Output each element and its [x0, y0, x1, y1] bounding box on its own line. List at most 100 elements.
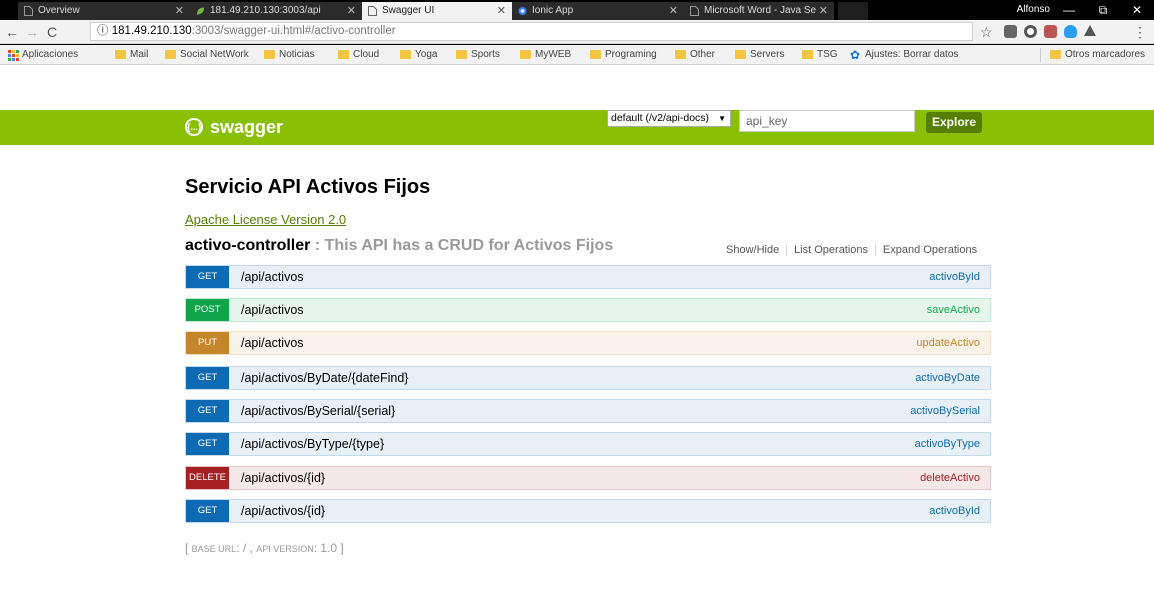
- extension-avatar-icon[interactable]: [1044, 25, 1057, 38]
- operation-get-activos[interactable]: GET /api/activos activoById: [185, 265, 991, 289]
- minimize-icon[interactable]: —: [1052, 0, 1086, 20]
- operation-nickname[interactable]: activoByDate: [915, 367, 980, 389]
- folder-icon: [456, 50, 467, 59]
- close-icon[interactable]: ✕: [347, 2, 356, 20]
- bookmark-noticias[interactable]: Noticias: [264, 45, 315, 65]
- bookmark-other[interactable]: Other: [675, 45, 715, 65]
- operation-path[interactable]: /api/activos: [241, 266, 304, 288]
- tab-title: 181.49.210.130:3003/api: [210, 5, 321, 16]
- info-icon[interactable]: ⓘ: [97, 25, 109, 37]
- operation-get-by-date[interactable]: GET /api/activos/ByDate/{dateFind} activ…: [185, 366, 991, 390]
- operation-delete-by-id[interactable]: DELETE /api/activos/{id} deleteActivo: [185, 466, 991, 490]
- swagger-logo[interactable]: {...} swagger: [185, 114, 283, 140]
- operation-path[interactable]: /api/activos: [241, 299, 304, 321]
- operation-path[interactable]: /api/activos/{id}: [241, 500, 325, 522]
- close-icon[interactable]: ✕: [819, 2, 828, 20]
- list-operations-link[interactable]: List Operations: [794, 244, 868, 256]
- operation-nickname[interactable]: activoBySerial: [910, 400, 980, 422]
- controller-heading: activo-controller : This API has a CRUD …: [185, 237, 613, 255]
- restore-icon[interactable]: ⧉: [1086, 0, 1120, 20]
- close-icon[interactable]: ✕: [497, 2, 506, 20]
- spec-select[interactable]: default (/v2/api-docs) ▼: [607, 110, 731, 127]
- forward-icon[interactable]: →: [24, 23, 40, 41]
- folder-icon: [675, 50, 686, 59]
- operation-put-activos[interactable]: PUT /api/activos updateActivo: [185, 331, 991, 355]
- show-hide-link[interactable]: Show/Hide: [726, 244, 779, 256]
- license-link[interactable]: Apache License Version 2.0: [185, 212, 346, 227]
- method-badge[interactable]: GET: [186, 500, 229, 522]
- operation-path[interactable]: /api/activos/ByType/{type}: [241, 433, 384, 455]
- bookmark-myweb[interactable]: MyWEB: [520, 45, 571, 65]
- operation-get-by-id[interactable]: GET /api/activos/{id} activoById: [185, 499, 991, 523]
- operation-path[interactable]: /api/activos/{id}: [241, 467, 325, 489]
- bookmark-cloud[interactable]: Cloud: [338, 45, 379, 65]
- method-badge[interactable]: GET: [186, 266, 229, 288]
- tab-overview[interactable]: Overview ✕: [18, 2, 190, 20]
- method-badge[interactable]: POST: [186, 299, 229, 321]
- expand-operations-link[interactable]: Expand Operations: [883, 244, 977, 256]
- base-url-label: base url: [191, 544, 237, 554]
- operation-nickname[interactable]: activoById: [929, 266, 980, 288]
- bookmark-ajustes[interactable]: ✿ Ajustes: Borrar datos: [850, 45, 993, 65]
- bookmark-programing[interactable]: Programing: [590, 45, 657, 65]
- bookmark-label: Social NetWork: [180, 49, 249, 60]
- tab-ionic-app[interactable]: Ionic App ✕: [512, 2, 684, 20]
- bookmark-sports[interactable]: Sports: [456, 45, 500, 65]
- method-badge[interactable]: GET: [186, 367, 229, 389]
- back-icon[interactable]: ←: [4, 23, 20, 41]
- close-window-icon[interactable]: ✕: [1120, 0, 1154, 20]
- tab-microsoft-word[interactable]: Microsoft Word - Java Se ✕: [684, 2, 834, 20]
- method-badge[interactable]: GET: [186, 400, 229, 422]
- close-icon[interactable]: ✕: [175, 2, 184, 20]
- operation-get-by-type[interactable]: GET /api/activos/ByType/{type} activoByT…: [185, 432, 991, 456]
- operation-post-activos[interactable]: POST /api/activos saveActivo: [185, 298, 991, 322]
- tab-strip: Overview ✕ 181.49.210.130:3003/api ✕ Swa…: [0, 0, 1154, 20]
- explore-button[interactable]: Explore: [926, 112, 982, 133]
- bookmark-star-icon[interactable]: ☆: [980, 22, 993, 42]
- method-badge[interactable]: GET: [186, 433, 229, 455]
- opera-icon[interactable]: [1024, 25, 1037, 38]
- tab-swagger-ui[interactable]: Swagger UI ✕: [362, 2, 512, 20]
- tab-api[interactable]: 181.49.210.130:3003/api ✕: [190, 2, 362, 20]
- method-badge[interactable]: DELETE: [186, 467, 229, 489]
- bookmark-tsg[interactable]: TSG: [802, 45, 838, 65]
- operation-nickname[interactable]: activoById: [929, 500, 980, 522]
- close-icon[interactable]: ✕: [669, 2, 678, 20]
- url-host: 181.49.210.130: [111, 25, 192, 37]
- operation-get-by-serial[interactable]: GET /api/activos/BySerial/{serial} activ…: [185, 399, 991, 423]
- bookmark-otros-marcadores[interactable]: Otros marcadores: [1050, 45, 1145, 65]
- operation-nickname[interactable]: saveActivo: [927, 299, 980, 321]
- bookmark-social-network[interactable]: Social NetWork: [165, 45, 249, 65]
- operation-nickname[interactable]: activoByType: [915, 433, 980, 455]
- bookmarks-bar: Aplicaciones Mail Social NetWork Noticia…: [0, 45, 1154, 65]
- cloud-icon[interactable]: [1064, 25, 1077, 38]
- method-badge[interactable]: PUT: [186, 332, 229, 354]
- api-key-input[interactable]: api_key: [739, 110, 915, 132]
- swagger-logo-icon: {...}: [185, 118, 203, 136]
- operation-path[interactable]: /api/activos/ByDate/{dateFind}: [241, 367, 408, 389]
- operation-path[interactable]: /api/activos/BySerial/{serial}: [241, 400, 395, 422]
- bookmark-mail[interactable]: Mail: [115, 45, 148, 65]
- folder-icon: [400, 50, 411, 59]
- menu-icon[interactable]: ⋮: [1132, 23, 1148, 41]
- operation-nickname[interactable]: updateActivo: [916, 332, 980, 354]
- operation-path[interactable]: /api/activos: [241, 332, 304, 354]
- extension-icon[interactable]: [1004, 25, 1017, 38]
- toolbar: ← → C ⓘ 181.49.210.130:3003/swagger-ui.h…: [0, 20, 1154, 44]
- profile-name[interactable]: Alfonso: [1017, 3, 1050, 17]
- bookmark-servers[interactable]: Servers: [735, 45, 784, 65]
- drive-icon[interactable]: [1084, 25, 1096, 36]
- bookmark-yoga[interactable]: Yoga: [400, 45, 437, 65]
- bookmark-label: Otros marcadores: [1065, 49, 1146, 60]
- bookmark-label: Mail: [130, 49, 149, 60]
- new-tab-button[interactable]: [838, 2, 868, 20]
- controller-name[interactable]: activo-controller: [185, 237, 310, 254]
- apps-grid-icon: [8, 50, 19, 61]
- folder-icon: [520, 50, 531, 59]
- ionic-icon: [518, 6, 527, 16]
- address-bar[interactable]: ⓘ 181.49.210.130:3003/swagger-ui.html#/a…: [90, 22, 973, 41]
- reload-icon[interactable]: C: [44, 23, 60, 41]
- bookmark-apps[interactable]: Aplicaciones: [8, 45, 78, 65]
- tab-title: Ionic App: [532, 5, 574, 16]
- operation-nickname[interactable]: deleteActivo: [920, 467, 980, 489]
